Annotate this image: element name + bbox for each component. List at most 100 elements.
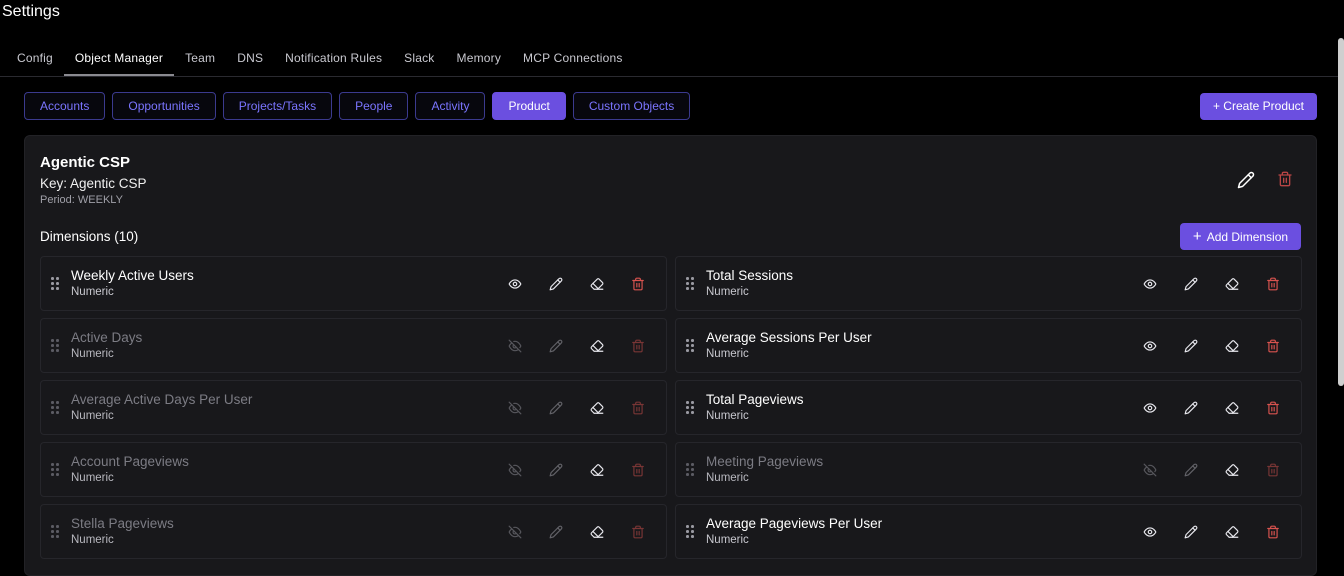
object-tab-projects-tasks[interactable]: Projects/Tasks	[222, 92, 333, 120]
object-tab-activity[interactable]: Activity	[415, 92, 486, 120]
trash-icon[interactable]	[1265, 400, 1281, 416]
pencil-icon[interactable]	[548, 462, 564, 478]
dimension-type: Numeric	[71, 472, 114, 484]
dimension-name: Weekly Active Users	[71, 268, 194, 283]
pencil-icon[interactable]	[548, 338, 564, 354]
drag-handle-icon[interactable]	[51, 339, 61, 353]
drag-handle-icon[interactable]	[51, 401, 61, 415]
dimension-row: Meeting Pageviews Numeric	[675, 442, 1302, 497]
drag-handle-icon[interactable]	[686, 277, 696, 291]
eraser-icon[interactable]	[589, 524, 605, 540]
eye-icon[interactable]	[1142, 276, 1158, 292]
pencil-icon[interactable]	[1183, 462, 1199, 478]
eye-icon[interactable]	[1142, 524, 1158, 540]
add-dimension-button[interactable]: + Add Dimension	[1180, 223, 1301, 250]
eraser-icon[interactable]	[1224, 338, 1240, 354]
eye-off-icon[interactable]	[507, 462, 523, 478]
tab-dns[interactable]: DNS	[226, 40, 274, 76]
trash-icon	[1278, 171, 1292, 187]
dimensions-title: Dimensions (10)	[40, 229, 139, 244]
eye-off-icon[interactable]	[507, 524, 523, 540]
tab-slack[interactable]: Slack	[393, 40, 445, 76]
pencil-icon[interactable]	[548, 276, 564, 292]
tab-mcp-connections[interactable]: MCP Connections	[512, 40, 634, 76]
trash-icon[interactable]	[1265, 338, 1281, 354]
pencil-icon[interactable]	[548, 524, 564, 540]
trash-icon[interactable]	[630, 276, 646, 292]
eye-off-icon[interactable]	[507, 338, 523, 354]
dimension-name: Active Days	[71, 330, 143, 345]
eraser-icon[interactable]	[589, 338, 605, 354]
object-tab-opportunities[interactable]: Opportunities	[112, 92, 216, 120]
trash-icon[interactable]	[630, 524, 646, 540]
eye-off-icon[interactable]	[1142, 462, 1158, 478]
delete-product-button[interactable]	[1277, 171, 1297, 191]
object-tab-people[interactable]: People	[339, 92, 409, 120]
dimension-name: Meeting Pageviews	[706, 454, 824, 469]
tab-config[interactable]: Config	[6, 40, 64, 76]
eye-icon[interactable]	[1142, 400, 1158, 416]
drag-handle-icon[interactable]	[51, 463, 61, 477]
pencil-icon[interactable]	[548, 400, 564, 416]
eraser-icon[interactable]	[589, 400, 605, 416]
drag-handle-icon[interactable]	[686, 339, 696, 353]
eraser-icon[interactable]	[1224, 400, 1240, 416]
dimension-type: Numeric	[706, 472, 749, 484]
object-tab-product[interactable]: Product	[492, 92, 566, 120]
tab-memory[interactable]: Memory	[446, 40, 513, 76]
dimension-row: Stella Pageviews Numeric	[40, 504, 667, 559]
edit-product-button[interactable]	[1237, 171, 1257, 191]
object-tab-accounts[interactable]: Accounts	[24, 92, 106, 120]
plus-icon: +	[1192, 228, 1202, 245]
object-tab-custom-objects[interactable]: Custom Objects	[572, 92, 691, 120]
dimension-name: Stella Pageviews	[71, 516, 174, 531]
tab-team[interactable]: Team	[174, 40, 226, 76]
dimension-name: Account Pageviews	[71, 454, 189, 469]
dimensions-grid: Weekly Active Users Numeric Total Sessions…	[40, 256, 1302, 559]
dimension-name: Average Active Days Per User	[71, 392, 253, 407]
pencil-icon[interactable]	[1183, 524, 1199, 540]
eraser-icon[interactable]	[1224, 462, 1240, 478]
tabs-divider	[0, 76, 1338, 77]
object-tabs: Accounts Opportunities Projects/Tasks Peopl…	[24, 92, 691, 120]
product-period: Period: WEEKLY	[40, 194, 123, 206]
page-title: Settings	[2, 3, 60, 20]
dimension-row: Total Sessions Numeric	[675, 256, 1302, 311]
drag-handle-icon[interactable]	[686, 525, 696, 539]
eye-icon[interactable]	[507, 276, 523, 292]
tab-notification-rules[interactable]: Notification Rules	[274, 40, 393, 76]
drag-handle-icon[interactable]	[51, 277, 61, 291]
settings-tabs: Config Object Manager Team DNS Notification …	[6, 40, 634, 77]
dimension-type: Numeric	[706, 286, 749, 298]
dimension-type: Numeric	[706, 410, 749, 422]
pencil-icon[interactable]	[1183, 276, 1199, 292]
drag-handle-icon[interactable]	[686, 401, 696, 415]
product-card: Agentic CSP Key: Agentic CSP Period: WEE…	[24, 135, 1317, 576]
trash-icon[interactable]	[1265, 524, 1281, 540]
dimension-row: Total Pageviews Numeric	[675, 380, 1302, 435]
drag-handle-icon[interactable]	[51, 525, 61, 539]
eraser-icon[interactable]	[589, 276, 605, 292]
dimension-row: Weekly Active Users Numeric	[40, 256, 667, 311]
eraser-icon[interactable]	[1224, 276, 1240, 292]
dimension-type: Numeric	[71, 348, 114, 360]
dimension-row: Active Days Numeric	[40, 318, 667, 373]
dimension-row: Average Active Days Per User Numeric	[40, 380, 667, 435]
eye-icon[interactable]	[1142, 338, 1158, 354]
trash-icon[interactable]	[630, 462, 646, 478]
eye-off-icon[interactable]	[507, 400, 523, 416]
trash-icon[interactable]	[630, 338, 646, 354]
drag-handle-icon[interactable]	[686, 463, 696, 477]
pencil-icon[interactable]	[1183, 338, 1199, 354]
trash-icon[interactable]	[1265, 462, 1281, 478]
tab-object-manager[interactable]: Object Manager	[63, 40, 175, 76]
trash-icon[interactable]	[630, 400, 646, 416]
page-scrollbar[interactable]	[1338, 38, 1344, 386]
dimension-type: Numeric	[71, 534, 114, 546]
pencil-icon[interactable]	[1183, 400, 1199, 416]
add-dimension-label: Add Dimension	[1206, 229, 1289, 244]
eraser-icon[interactable]	[589, 462, 605, 478]
trash-icon[interactable]	[1265, 276, 1281, 292]
eraser-icon[interactable]	[1224, 524, 1240, 540]
create-product-button[interactable]: + Create Product	[1200, 93, 1317, 120]
